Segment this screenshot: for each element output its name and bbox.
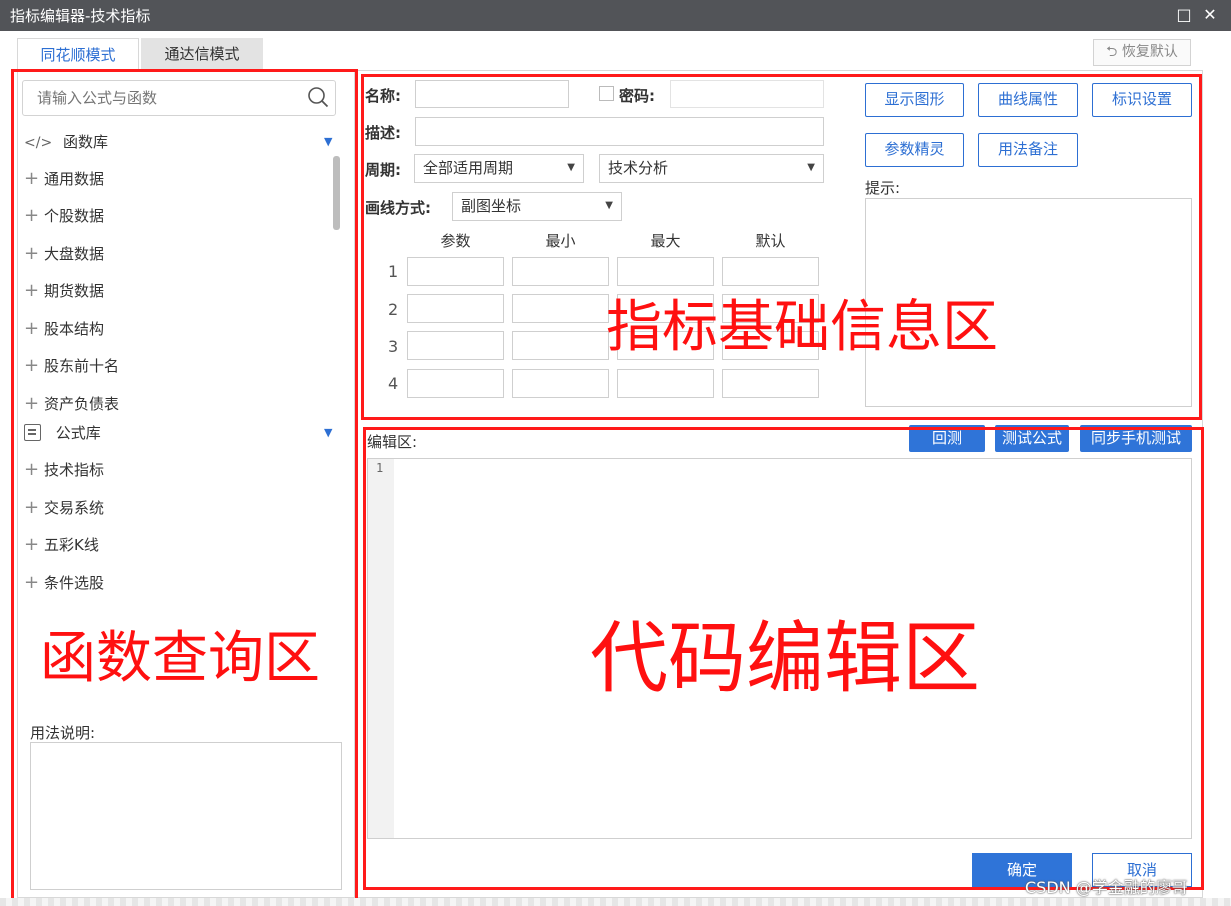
maximize-icon[interactable]: □: [1173, 4, 1195, 26]
tab-ths-mode[interactable]: 同花顺模式: [17, 38, 139, 71]
title-bar: 指标编辑器-技术指标 □ ✕: [0, 0, 1231, 31]
tab-tdx-mode[interactable]: 通达信模式: [141, 38, 263, 71]
annotation-code-edit: 代码编辑区: [590, 614, 981, 704]
window-title: 指标编辑器-技术指标: [10, 7, 151, 25]
undo-icon: ⮌: [1106, 44, 1118, 60]
annotation-box-function-query: [11, 69, 358, 903]
annotation-basic-info: 指标基础信息区: [606, 295, 998, 360]
annotation-box-basic-info: [361, 74, 1202, 420]
close-icon[interactable]: ✕: [1199, 4, 1221, 26]
restore-default-button[interactable]: ⮌ 恢复默认: [1093, 39, 1191, 66]
restore-default-label: 恢复默认: [1121, 44, 1178, 60]
annotation-function-query: 函数查询区: [40, 626, 320, 691]
watermark: CSDN @学金融的廖哥: [1025, 878, 1188, 897]
bottom-strip: [0, 898, 1231, 906]
